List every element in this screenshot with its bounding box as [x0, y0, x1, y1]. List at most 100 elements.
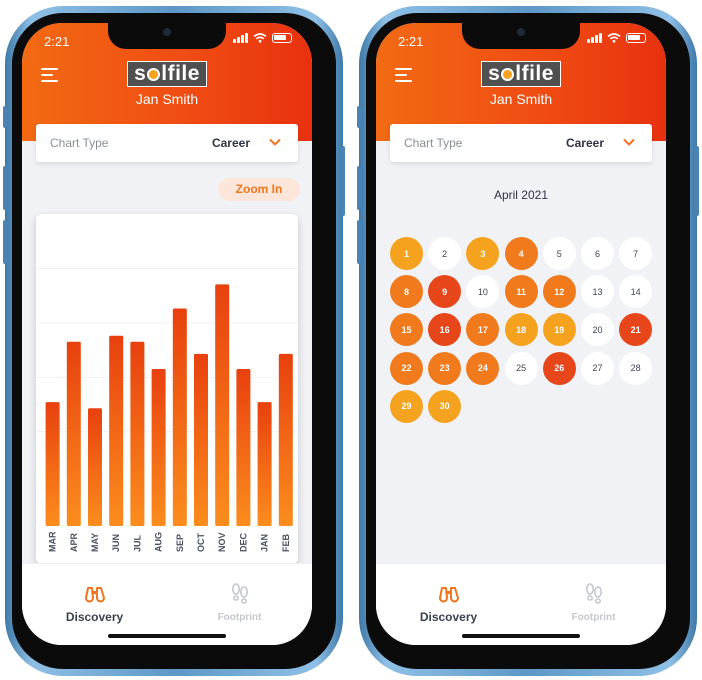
bar-feb[interactable] — [278, 353, 293, 526]
phone-frame-chart: 2:21 s lfile Jan Smith Chart Type Career… — [3, 6, 345, 676]
x-tick-label: JUL — [132, 534, 142, 552]
calendar-day[interactable]: 19 — [542, 313, 576, 347]
screen: 2:21 s lfile Jan Smith Chart Type Career… — [376, 23, 666, 645]
menu-icon[interactable] — [395, 68, 412, 82]
solfile-logo: s lfile — [481, 61, 561, 87]
bar-apr[interactable] — [66, 341, 81, 526]
logo-text: s — [134, 62, 147, 85]
tab-discovery[interactable]: Discovery — [376, 564, 521, 645]
bar-jun[interactable] — [109, 335, 124, 526]
calendar-day[interactable]: 13 — [581, 275, 614, 309]
chart-type-label: Chart Type — [404, 136, 463, 150]
screen: 2:21 s lfile Jan Smith Chart Type Career… — [22, 23, 312, 645]
calendar-day[interactable]: 7 — [619, 237, 653, 270]
bar-jan[interactable] — [257, 402, 272, 526]
logo-text: s — [488, 62, 501, 85]
bar-sep[interactable] — [172, 308, 187, 526]
tab-label: Footprint — [571, 612, 616, 623]
x-tick-label: FEB — [281, 533, 291, 552]
tab-label: Footprint — [217, 612, 262, 623]
calendar-day[interactable]: 12 — [542, 275, 576, 309]
chart-type-select[interactable]: Chart Type Career — [36, 124, 298, 162]
side-button — [357, 106, 361, 128]
calendar-day[interactable]: 5 — [542, 237, 576, 270]
zoom-in-button[interactable]: Zoom In — [218, 178, 300, 201]
bar-aug[interactable] — [151, 368, 166, 526]
logo-text: lfile — [515, 62, 554, 85]
signal-icon — [233, 33, 248, 43]
calendar-day[interactable]: 6 — [581, 237, 614, 270]
chart-type-value: Career — [211, 136, 250, 150]
calendar-day[interactable]: 14 — [619, 275, 653, 309]
phone-frame-calendar: 2:21 s lfile Jan Smith Chart Type Career… — [357, 6, 699, 676]
battery-icon — [272, 33, 292, 43]
calendar-day[interactable]: 23 — [428, 351, 462, 385]
x-tick-label: JUN — [111, 534, 121, 552]
user-name: Jan Smith — [489, 91, 553, 107]
x-tick-label: APR — [69, 532, 79, 552]
wifi-icon — [607, 33, 621, 43]
side-button — [3, 106, 7, 128]
bar-may[interactable] — [88, 408, 102, 526]
home-indicator — [108, 634, 226, 638]
bar-oct[interactable] — [194, 353, 208, 526]
tab-label: Discovery — [65, 610, 124, 624]
chevron-down-icon — [269, 139, 281, 146]
bar-mar[interactable] — [45, 402, 60, 526]
x-tick-label: MAY — [90, 533, 100, 552]
calendar-day[interactable]: 29 — [390, 389, 423, 423]
notch — [108, 23, 226, 49]
status-time: 2:21 — [44, 34, 70, 49]
logo-sun-icon — [147, 68, 161, 81]
calendar-day[interactable]: 11 — [504, 275, 538, 309]
logo-text: lfile — [161, 62, 200, 85]
x-tick-label: MAR — [48, 531, 58, 552]
footprint-icon — [231, 583, 248, 604]
calendar-day[interactable]: 24 — [466, 351, 500, 385]
logo-sun-icon — [501, 68, 515, 81]
bar-dec[interactable] — [236, 368, 251, 526]
calendar-day[interactable]: 16 — [428, 313, 462, 347]
calendar-day[interactable]: 20 — [581, 313, 614, 347]
calendar-day[interactable]: 26 — [542, 351, 576, 385]
chevron-down-icon — [623, 139, 635, 146]
x-tick-label: DEC — [238, 532, 248, 552]
calendar-day[interactable]: 17 — [466, 313, 500, 347]
calendar-day[interactable]: 1 — [390, 237, 423, 270]
tab-footprint[interactable]: Footprint — [521, 564, 666, 645]
calendar-day[interactable]: 2 — [428, 237, 462, 270]
chart-type-value: Career — [565, 136, 604, 150]
chart-type-select[interactable]: Chart Type Career — [390, 124, 652, 162]
power-button — [695, 146, 699, 216]
tab-bar: Discovery Footprint — [376, 563, 666, 645]
x-tick-label: OCT — [196, 533, 206, 553]
bar-nov[interactable] — [215, 284, 230, 526]
x-tick-label: AUG — [154, 532, 164, 552]
calendar-day[interactable]: 30 — [428, 389, 462, 423]
calendar-day[interactable]: 21 — [619, 313, 653, 347]
menu-icon[interactable] — [41, 68, 58, 82]
calendar-day[interactable]: 28 — [619, 351, 653, 385]
calendar-day[interactable]: 22 — [390, 351, 423, 385]
calendar-day[interactable]: 18 — [504, 313, 538, 347]
calendar-day[interactable]: 15 — [390, 313, 423, 347]
calendar-day[interactable]: 25 — [504, 351, 538, 385]
calendar-day[interactable]: 3 — [466, 237, 500, 270]
side-button — [357, 166, 361, 210]
side-button — [3, 166, 7, 210]
calendar-day[interactable]: 9 — [428, 275, 462, 309]
notch — [462, 23, 580, 49]
tab-footprint[interactable]: Footprint — [167, 564, 312, 645]
calendar-day[interactable]: 10 — [466, 275, 500, 309]
signal-icon — [587, 33, 602, 43]
tab-discovery[interactable]: Discovery — [22, 564, 167, 645]
calendar-day[interactable]: 4 — [504, 237, 538, 270]
x-tick-label: SEP — [175, 534, 185, 552]
status-time: 2:21 — [398, 34, 424, 49]
side-button — [357, 220, 361, 264]
calendar-month-title: April 2021 — [493, 188, 549, 202]
calendar-day[interactable]: 27 — [581, 351, 614, 385]
bar-jul[interactable] — [130, 341, 145, 526]
status-icons — [587, 33, 646, 43]
calendar-day[interactable]: 8 — [390, 275, 423, 309]
